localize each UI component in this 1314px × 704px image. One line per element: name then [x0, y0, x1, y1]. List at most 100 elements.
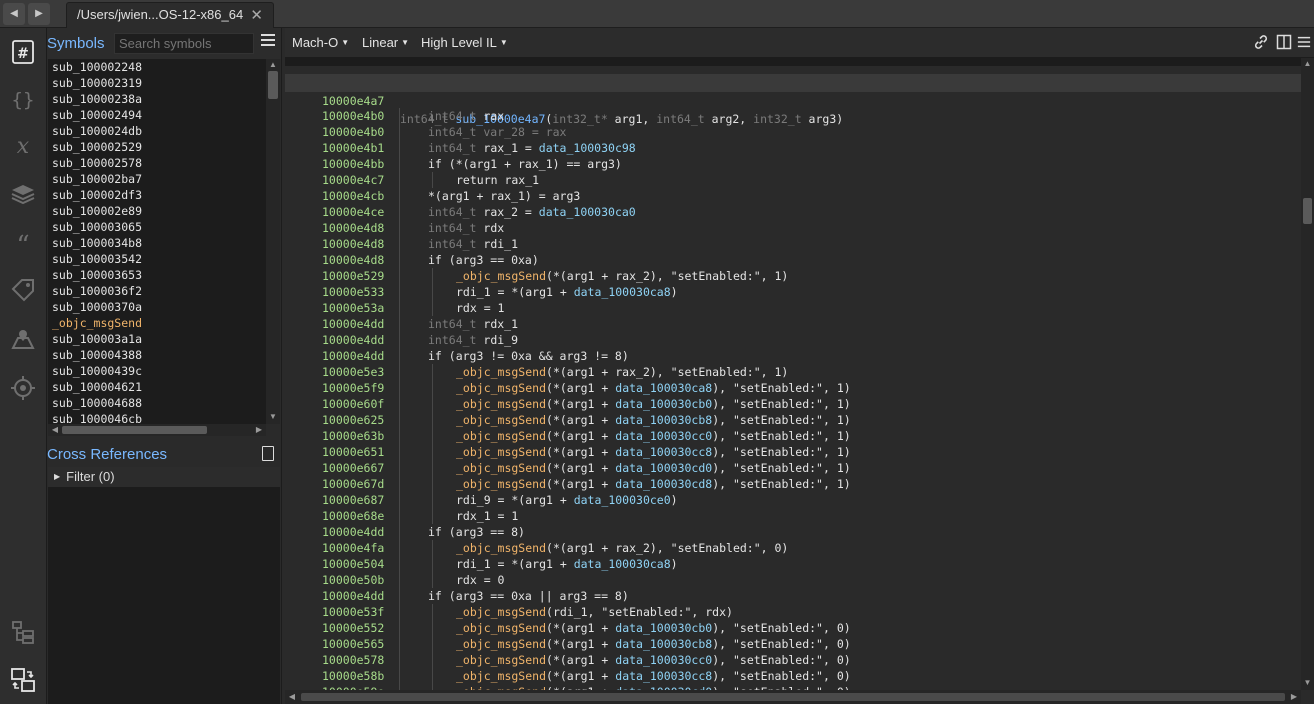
data-symbol-token[interactable]: data_100030cc0	[615, 653, 712, 667]
view-type-dropdown[interactable]: Mach-O ▼	[292, 35, 349, 50]
import-symbol-token[interactable]: _objc_msgSend	[456, 653, 546, 667]
data-symbol-token[interactable]: data_100030cb0	[615, 397, 712, 411]
import-symbol-token[interactable]: _objc_msgSend	[456, 461, 546, 475]
data-symbol-token[interactable]: data_100030cd0	[615, 461, 712, 475]
type-token[interactable]: int64_t	[428, 221, 476, 235]
symbol-list-item[interactable]: sub_100002319	[48, 75, 266, 91]
import-symbol-token[interactable]: _objc_msgSend	[456, 397, 546, 411]
code-line[interactable]: 10000e4dd int64_t rdi_9	[285, 332, 1301, 348]
symbol-list-item[interactable]: sub_100004388	[48, 347, 266, 363]
code-line[interactable]: 10000e60f _objc_msgSend(*(arg1 + data_100…	[285, 396, 1301, 412]
disclosure-triangle-icon[interactable]: ▶	[54, 472, 60, 481]
code-line[interactable]: 10000e5e3 _objc_msgSend(*(arg1 + rax_2), …	[285, 364, 1301, 380]
map-icon[interactable]	[7, 324, 39, 356]
scroll-thumb[interactable]	[268, 71, 278, 99]
import-symbol-token[interactable]: _objc_msgSend	[456, 477, 546, 491]
code-line[interactable]: 10000e625 _objc_msgSend(*(arg1 + data_100…	[285, 412, 1301, 428]
symbol-list-item[interactable]: sub_100003542	[48, 251, 266, 267]
code-line[interactable]: 10000e68e rdx_1 = 1	[285, 508, 1301, 524]
code-line[interactable]: 10000e4cb *(arg1 + rax_1) = arg3	[285, 188, 1301, 204]
scroll-thumb[interactable]	[62, 426, 207, 434]
tag-icon[interactable]	[7, 274, 39, 306]
symbol-list-item[interactable]: sub_10000238a	[48, 91, 266, 107]
type-token[interactable]: int64_t	[428, 109, 476, 123]
data-symbol-token[interactable]: data_100030cc8	[615, 669, 712, 683]
data-symbol-token[interactable]: data_100030cc0	[615, 429, 712, 443]
scroll-down-arrow[interactable]: ▼	[1301, 678, 1314, 687]
data-symbol-token[interactable]: data_100030ca8	[615, 381, 712, 395]
code-line[interactable]: 10000e4dd int64_t rdx_1	[285, 316, 1301, 332]
type-token[interactable]: int64_t	[428, 237, 476, 251]
scroll-right-arrow[interactable]: ▶	[252, 425, 266, 434]
symbols-vertical-scrollbar[interactable]: ▲ ▼	[266, 59, 280, 424]
symbol-list-item[interactable]: sub_1000024db	[48, 123, 266, 139]
code-line[interactable]: 10000e552 _objc_msgSend(*(arg1 + data_100…	[285, 620, 1301, 636]
search-symbols-input[interactable]	[114, 33, 254, 54]
hlil-code-view[interactable]: 10000e4a7 int64_t sub_10000e4a7(int32_t*…	[285, 58, 1301, 690]
symbol-list-item[interactable]: _objc_msgSend	[48, 315, 266, 331]
symbol-list-item[interactable]: sub_100004621	[48, 379, 266, 395]
data-symbol-token[interactable]: data_100030cb8	[615, 637, 712, 651]
import-symbol-token[interactable]: _objc_msgSend	[456, 445, 546, 459]
symbol-list-item[interactable]: sub_100002e89	[48, 203, 266, 219]
symbol-list-item[interactable]: sub_100003a1a	[48, 331, 266, 347]
new-document-icon[interactable]	[262, 446, 274, 461]
data-symbol-token[interactable]: data_100030ca8	[574, 285, 671, 299]
data-symbol-token[interactable]: data_100030cb0	[615, 621, 712, 635]
code-line[interactable]: 10000e53a rdx = 1	[285, 300, 1301, 316]
scroll-up-arrow[interactable]: ▲	[266, 60, 280, 69]
filter-row[interactable]: ▶ Filter (0)	[48, 467, 280, 487]
symbol-list-item[interactable]: sub_100003065	[48, 219, 266, 235]
symbol-list-item[interactable]: sub_100003653	[48, 267, 266, 283]
split-view-icon[interactable]	[1276, 34, 1292, 50]
type-token[interactable]: int64_t var_28 = rax	[428, 125, 566, 139]
link-icon[interactable]	[1253, 34, 1269, 50]
import-symbol-token[interactable]: _objc_msgSend	[456, 621, 546, 635]
code-line[interactable]: 10000e4dd if (arg3 == 8)	[285, 524, 1301, 540]
code-line[interactable]: 10000e651 _objc_msgSend(*(arg1 + data_100…	[285, 444, 1301, 460]
scroll-thumb[interactable]	[301, 693, 1285, 701]
import-symbol-token[interactable]: _objc_msgSend	[456, 413, 546, 427]
menu-icon[interactable]	[1297, 34, 1313, 50]
code-line[interactable]: 10000e565 _objc_msgSend(*(arg1 + data_100…	[285, 636, 1301, 652]
code-line[interactable]: 10000e63b _objc_msgSend(*(arg1 + data_100…	[285, 428, 1301, 444]
symbol-list-item[interactable]: sub_100002494	[48, 107, 266, 123]
symbol-list-item[interactable]: sub_1000036f2	[48, 283, 266, 299]
data-symbol-token[interactable]: data_100030cd8	[615, 477, 712, 491]
menu-icon[interactable]	[261, 34, 275, 46]
symbols-horizontal-scrollbar[interactable]: ◀ ▶	[48, 424, 266, 436]
code-line[interactable]: 10000e504 rdi_1 = *(arg1 + data_100030ca8…	[285, 556, 1301, 572]
code-line[interactable]: 10000e4dd if (arg3 != 0xa && arg3 != 8)	[285, 348, 1301, 364]
import-symbol-token[interactable]: _objc_msgSend	[456, 269, 546, 283]
code-line[interactable]: 10000e4bb if (*(arg1 + rax_1) == arg3)	[285, 156, 1301, 172]
code-line[interactable]: 10000e4d8 int64_t rdx	[285, 220, 1301, 236]
code-vertical-scrollbar[interactable]: ▲ ▼	[1301, 58, 1314, 690]
code-line[interactable]: 10000e4d8 if (arg3 == 0xa)	[285, 252, 1301, 268]
data-symbol-token[interactable]: data_100030cc8	[615, 445, 712, 459]
code-line[interactable]: 10000e4b1 int64_t rax_1 = data_100030c98	[285, 140, 1301, 156]
scroll-down-arrow[interactable]: ▼	[266, 412, 280, 421]
hierarchy-icon[interactable]	[7, 616, 39, 648]
scroll-left-arrow[interactable]: ◀	[48, 425, 62, 434]
symbol-list-item[interactable]: sub_100002578	[48, 155, 266, 171]
quote-icon[interactable]: “	[7, 226, 39, 261]
back-button[interactable]: ◀	[3, 3, 25, 25]
scroll-right-arrow[interactable]: ▶	[1287, 692, 1301, 701]
symbol-list-item[interactable]: sub_1000046cb	[48, 411, 266, 424]
variable-icon[interactable]: x	[7, 130, 39, 162]
close-icon[interactable]: ✕	[250, 6, 263, 24]
import-symbol-token[interactable]: _objc_msgSend	[456, 365, 546, 379]
code-line[interactable]: 10000e67d _objc_msgSend(*(arg1 + data_100…	[285, 476, 1301, 492]
import-symbol-token[interactable]: _objc_msgSend	[456, 637, 546, 651]
code-line[interactable]: 10000e4b0 int64_t var_28 = rax	[285, 124, 1301, 140]
hash-icon[interactable]: #	[7, 36, 39, 68]
code-line[interactable]: 10000e4c7 return rax_1	[285, 172, 1301, 188]
type-token[interactable]: int64_t	[428, 317, 476, 331]
code-line[interactable]: 10000e58b _objc_msgSend(*(arg1 + data_100…	[285, 668, 1301, 684]
import-symbol-token[interactable]: _objc_msgSend	[456, 669, 546, 683]
code-line[interactable]: 10000e4d8 int64_t rdi_1	[285, 236, 1301, 252]
cross-reference-icon[interactable]	[7, 664, 39, 696]
code-line[interactable]: 10000e533 rdi_1 = *(arg1 + data_100030ca8…	[285, 284, 1301, 300]
data-symbol-token[interactable]: data_100030cb8	[615, 413, 712, 427]
symbol-list-item[interactable]: sub_100002248	[48, 59, 266, 75]
